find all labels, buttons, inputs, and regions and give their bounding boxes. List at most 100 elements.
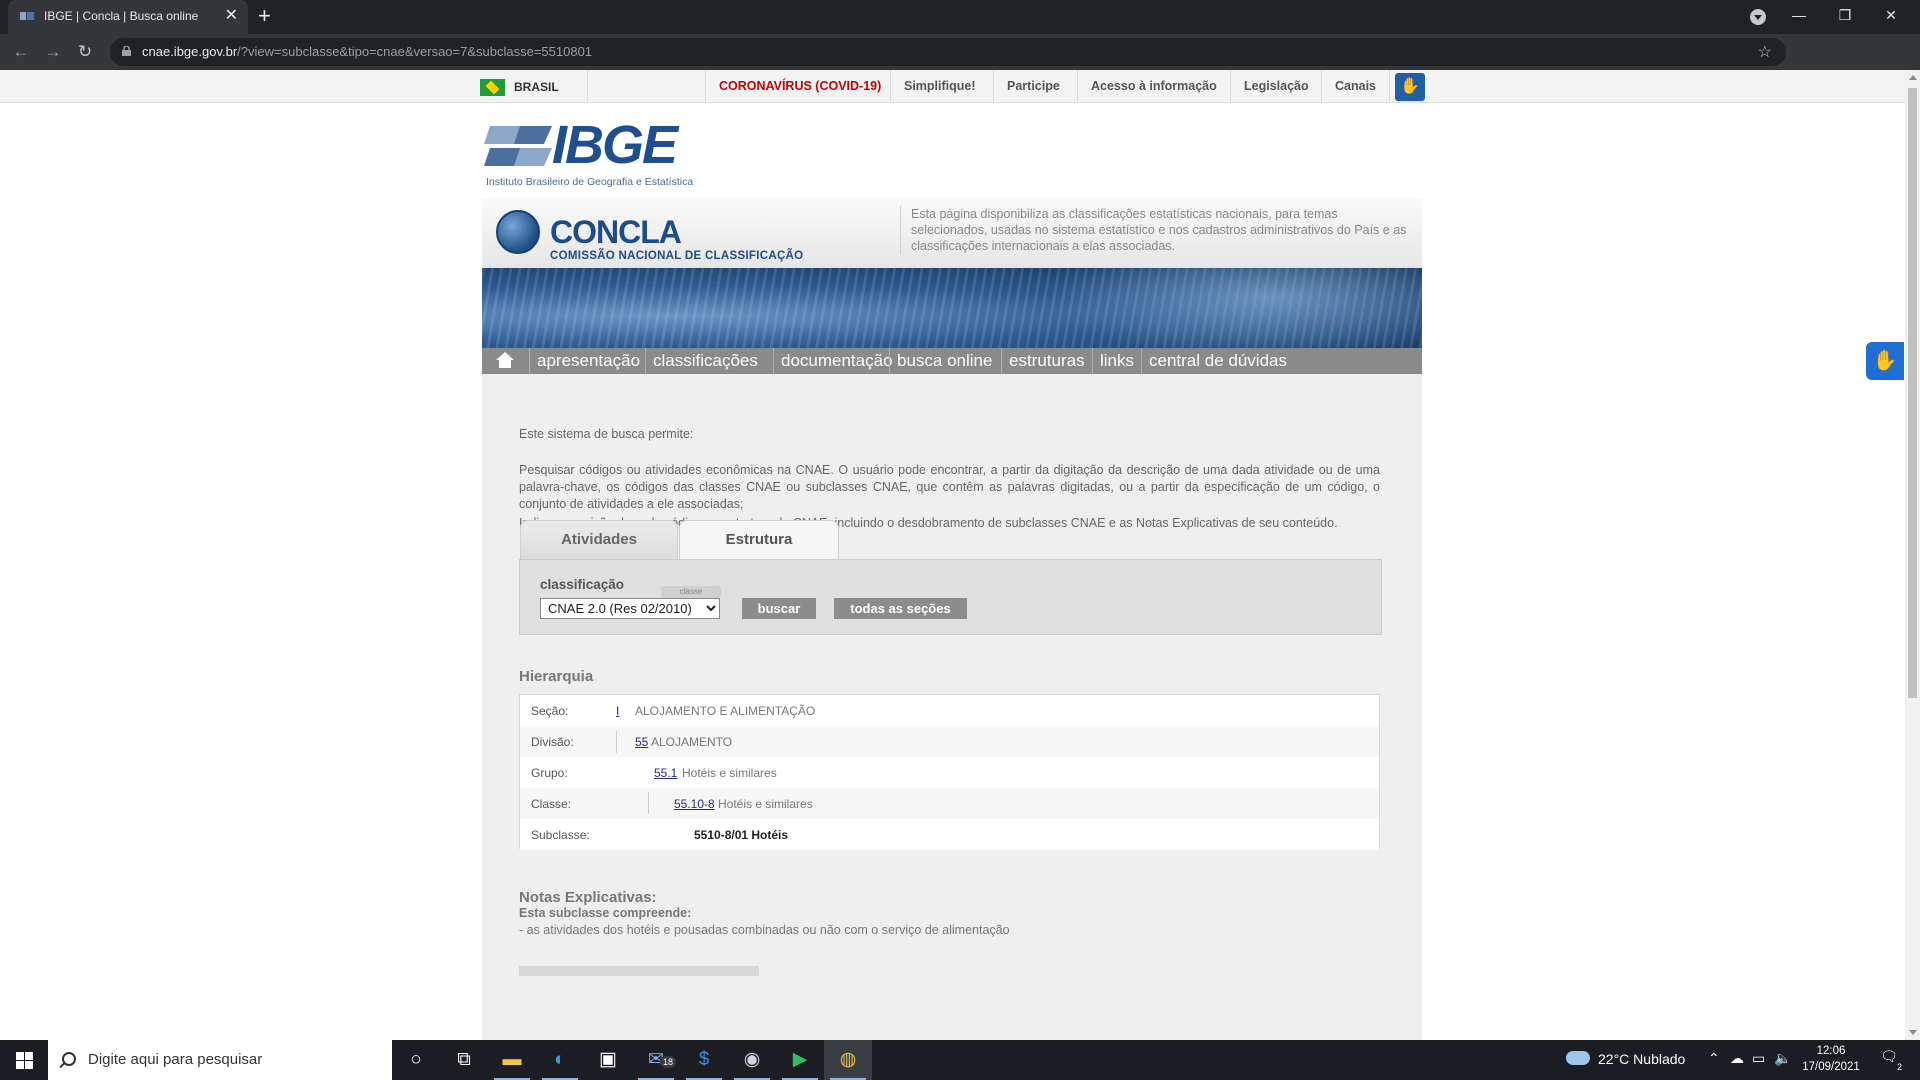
close-tab-icon[interactable]: ✕ — [225, 7, 238, 25]
app-play-icon[interactable]: ▶ — [776, 1040, 824, 1080]
hier-label-secao: Seção: — [531, 704, 569, 718]
ibge-favicon-icon — [20, 12, 34, 20]
nav-apresentacao[interactable]: apresentação — [529, 348, 647, 374]
search-icon — [62, 1052, 76, 1066]
browser-tab[interactable]: IBGE | Concla | Busca online ✕ — [8, 0, 248, 34]
store-icon[interactable]: ▣ — [584, 1040, 632, 1080]
intro-paragraph-1: Este sistema de busca permite: — [519, 427, 694, 441]
network-icon[interactable]: ▭ — [1752, 1050, 1765, 1067]
home-icon[interactable] — [496, 352, 514, 368]
back-button[interactable]: ← — [8, 40, 34, 64]
weather-text[interactable]: 22°C Nublado — [1598, 1051, 1685, 1067]
edge-icon[interactable]: ◐ — [536, 1040, 584, 1080]
taskbar-search-placeholder: Digite aqui para pesquisar — [88, 1051, 263, 1068]
chevron-up-icon[interactable]: ⌃ — [1708, 1050, 1720, 1067]
page-scrollbar[interactable] — [1905, 70, 1920, 1040]
secao-text: ALOJAMENTO E ALIMENTAÇÃO — [635, 704, 816, 718]
tab-atividades[interactable]: Atividades — [520, 520, 678, 560]
windows-taskbar: Digite aqui para pesquisar ○ ⧉ ▬ ◐ ▣ ✉ 18… — [0, 1040, 1920, 1080]
govbar-link-simplifique[interactable]: Simplifique! — [890, 70, 989, 103]
clock-time: 12:06 — [1816, 1045, 1846, 1057]
new-tab-button[interactable]: + — [258, 4, 271, 28]
notas-subtitle: Esta subclasse compreende: — [519, 906, 692, 920]
classificacao-select[interactable]: CNAE 2.0 (Res 02/2010) — [540, 598, 720, 619]
nav-links[interactable]: links — [1092, 348, 1141, 374]
tab-search-icon[interactable] — [1750, 9, 1766, 25]
concla-title: CONCLA — [550, 214, 682, 250]
hierarquia-row-grupo: Grupo: 55.1 Hotéis e similares — [520, 757, 1379, 788]
banner-glow — [1042, 268, 1422, 348]
url-text: cnae.ibge.gov.br/?view=subclasse&tipo=cn… — [142, 44, 592, 59]
ibge-wordmark: IBGE — [552, 115, 678, 175]
chrome-taskbar-icon[interactable]: ◍ — [824, 1040, 872, 1080]
hier-label-classe: Classe: — [531, 797, 572, 811]
scroll-down-icon[interactable] — [1909, 1030, 1917, 1035]
ibge-mark-icon — [484, 126, 552, 166]
ibge-subtitle: Instituto Brasileiro de Geografia e Esta… — [486, 176, 694, 188]
notification-center-icon[interactable]: 🗨 2 — [1878, 1048, 1902, 1072]
divisao-code-link[interactable]: 55 — [635, 735, 648, 749]
gov-bar: BRASIL CORONAVÍRUS (COVID-19) Simplifiqu… — [0, 70, 1905, 103]
scrollbar-thumb[interactable] — [1908, 88, 1917, 698]
cloud-weather-icon[interactable] — [1566, 1051, 1590, 1065]
hierarquia-row-secao: Seção: I ALOJAMENTO E ALIMENTAÇÃO — [520, 695, 1379, 726]
vlibras-widget-icon[interactable]: ✋ — [1866, 342, 1904, 380]
tab-estrutura[interactable]: Estrutura — [679, 520, 839, 560]
clipped-heading — [519, 966, 759, 976]
vlibras-hand-icon[interactable]: ✋ — [1395, 73, 1425, 101]
divisao-text: ALOJAMENTO — [651, 735, 733, 749]
buscar-button[interactable]: buscar — [742, 598, 816, 619]
reload-button[interactable]: ↻ — [72, 40, 98, 64]
onedrive-cloud-icon[interactable]: ☁ — [1730, 1050, 1744, 1067]
hierarquia-row-classe: Classe: 55.10-8 Hotéis e similares — [520, 788, 1379, 819]
classe-code-link[interactable]: 55.10-8 — [674, 797, 715, 811]
mail-icon[interactable]: ✉ 18 — [632, 1040, 680, 1080]
forward-button[interactable]: → — [40, 40, 66, 64]
minimize-button[interactable]: — — [1776, 0, 1822, 30]
nav-classificacoes[interactable]: classificações — [645, 348, 765, 374]
hierarquia-title: Hierarquia — [519, 668, 594, 685]
secao-code-link[interactable]: I — [616, 704, 619, 718]
classe-hint: classe — [661, 586, 721, 598]
govbar-link-coronavirus[interactable]: CORONAVÍRUS (COVID-19) — [705, 70, 894, 103]
windows-start-icon[interactable] — [0, 1040, 48, 1080]
task-view-icon[interactable]: ⧉ — [440, 1040, 488, 1080]
clock-date: 17/09/2021 — [1802, 1061, 1860, 1073]
close-window-button[interactable]: ✕ — [1868, 0, 1914, 30]
hierarquia-table: Seção: I ALOJAMENTO E ALIMENTAÇÃO Divisã… — [519, 694, 1380, 850]
govbar-link-participe[interactable]: Participe — [993, 70, 1073, 103]
cortana-icon[interactable]: ○ — [392, 1040, 440, 1080]
brazil-flag-icon — [480, 79, 505, 96]
govbar-link-canais[interactable]: Canais — [1321, 70, 1390, 103]
intro-paragraph-2: Pesquisar códigos ou atividades econômic… — [519, 463, 1380, 511]
app-fish-icon[interactable]: ◉ — [728, 1040, 776, 1080]
app-s-icon[interactable]: $ — [680, 1040, 728, 1080]
nav-documentacao[interactable]: documentação — [773, 348, 900, 374]
world-map-banner — [482, 268, 1422, 348]
browser-toolbar: ← → ↻ cnae.ibge.gov.br/?view=subclasse&t… — [0, 34, 1920, 97]
volume-icon[interactable]: 🔈 — [1774, 1050, 1791, 1067]
search-panel: classificação classe CNAE 2.0 (Res 02/20… — [519, 559, 1382, 635]
govbar-link-legislacao[interactable]: Legislação — [1230, 70, 1322, 103]
govbar-link-acesso-informacao[interactable]: Acesso à informação — [1077, 70, 1230, 103]
brasil-link[interactable]: BRASIL — [480, 70, 588, 103]
nav-estruturas[interactable]: estruturas — [1001, 348, 1092, 374]
ibge-logo[interactable]: IBGE Instituto Brasileiro de Geografia e… — [484, 115, 714, 188]
subclasse-text: 5510-8/01 Hotéis — [694, 828, 789, 842]
bookmark-star-icon[interactable]: ☆ — [1758, 42, 1772, 62]
file-explorer-icon[interactable]: ▬ — [488, 1040, 536, 1080]
address-bar[interactable]: cnae.ibge.gov.br/?view=subclasse&tipo=cn… — [110, 38, 1786, 66]
url-path: /?view=subclasse&tipo=cnae&versao=7&subc… — [237, 44, 593, 59]
nav-busca-online[interactable]: busca online — [889, 348, 999, 374]
grupo-code-link[interactable]: 55.1 — [654, 766, 677, 780]
restore-button[interactable]: ❐ — [1822, 0, 1868, 30]
hier-label-divisao: Divisão: — [531, 735, 574, 749]
taskbar-search-box[interactable]: Digite aqui para pesquisar — [48, 1040, 392, 1080]
todas-secoes-button[interactable]: todas as seções — [834, 598, 967, 619]
notas-item: - as atividades dos hotéis e pousadas co… — [519, 923, 1010, 937]
classe-text: Hotéis e similares — [718, 797, 813, 811]
concla-header: CONCLA COMISSÃO NACIONAL DE CLASSIFICAÇÃ… — [482, 198, 1422, 268]
taskbar-clock[interactable]: 12:06 17/09/2021 — [1800, 1043, 1862, 1075]
scroll-up-icon[interactable] — [1909, 75, 1917, 80]
nav-central-duvidas[interactable]: central de dúvidas — [1141, 348, 1294, 374]
